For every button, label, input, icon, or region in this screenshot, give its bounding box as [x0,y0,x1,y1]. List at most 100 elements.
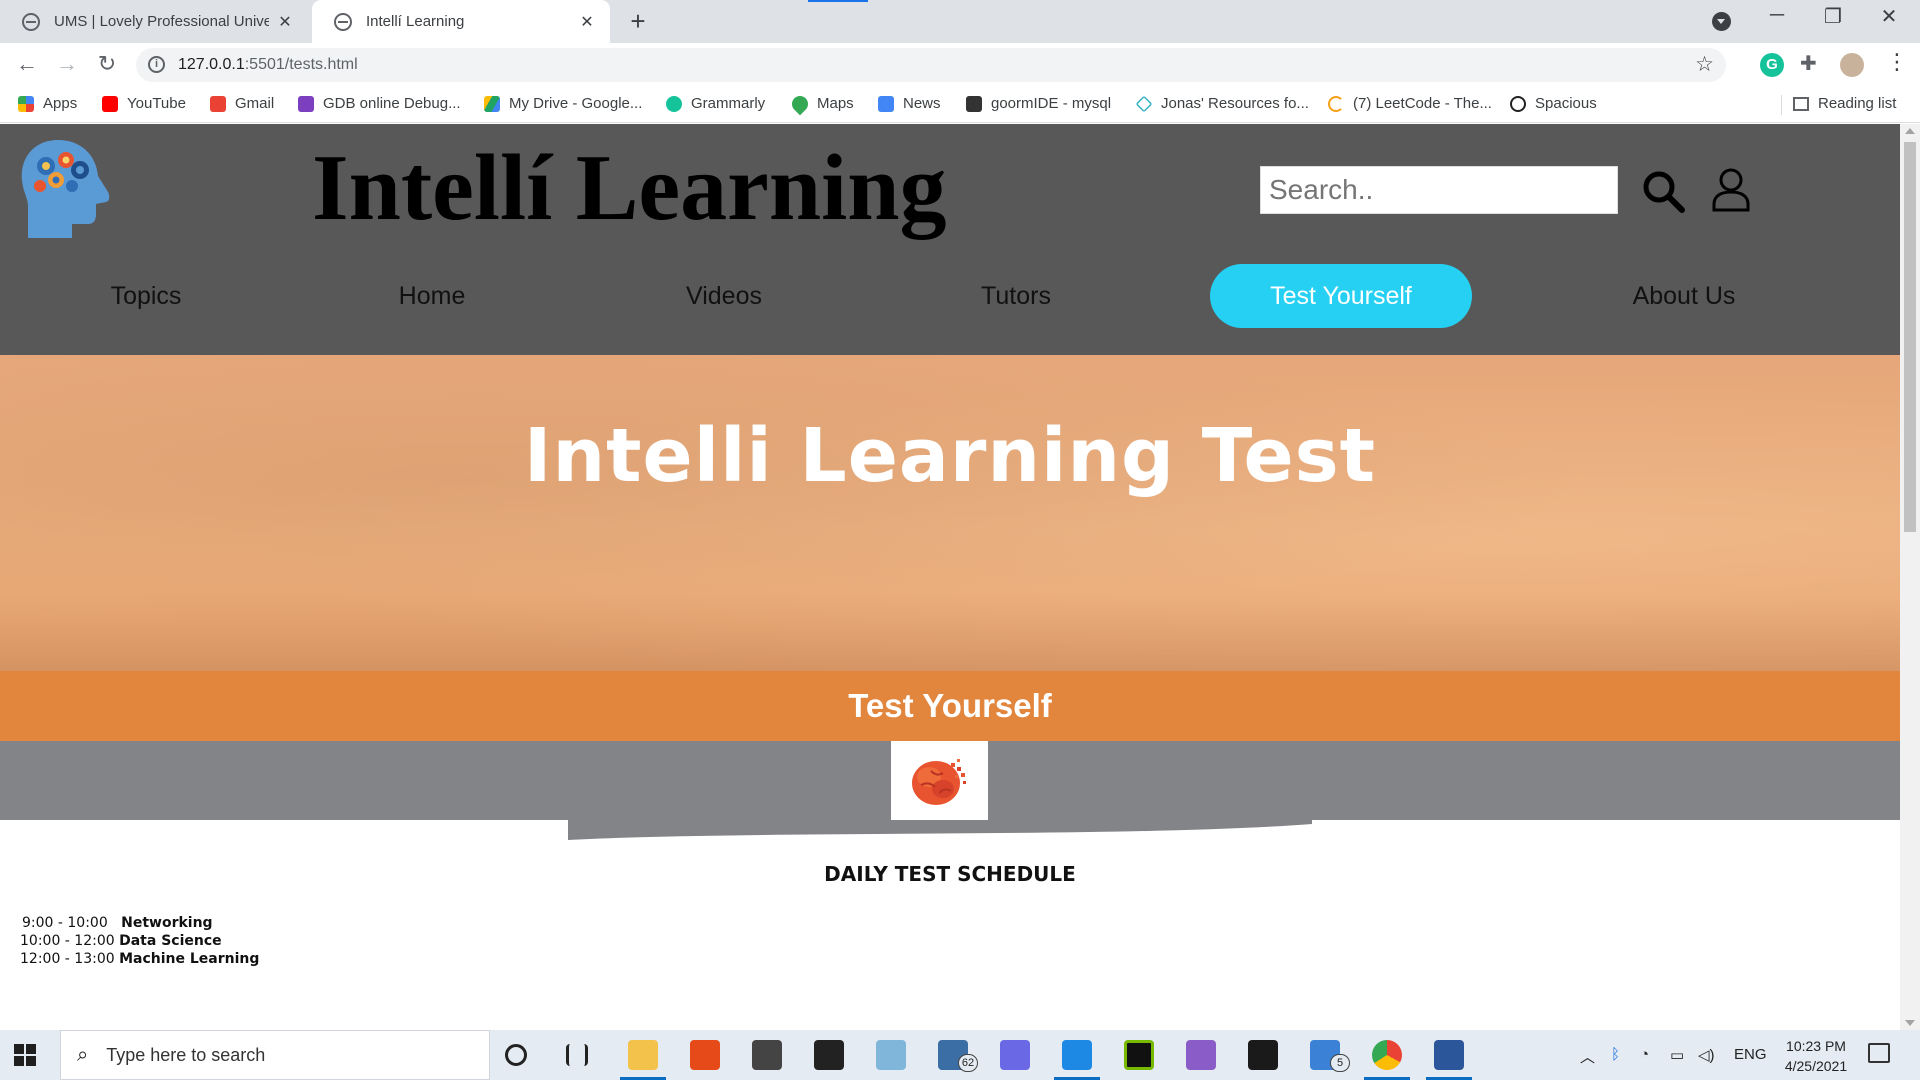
bookmarks-bar: Apps YouTube Gmail GDB online Debug... M… [0,87,1920,123]
bookmark-label: Grammarly [691,95,766,112]
schedule-subject: Data Science [119,933,222,949]
chrome-icon[interactable] [1372,1040,1402,1070]
gdb-icon [298,95,314,112]
bookmark-label: My Drive - Google... [509,95,643,112]
tab-strip-indicator [808,0,868,2]
url-text[interactable]: 127.0.0.1:5501/tests.html [178,56,358,74]
cortana-icon[interactable] [505,1044,527,1066]
bookmark-jonas-resources[interactable]: Jonas' Resources fo... [1135,95,1309,112]
bookmark-label: GDB online Debug... [323,95,461,112]
show-hidden-icons-icon[interactable]: ︿ [1580,1046,1595,1067]
globe-icon [334,12,352,31]
scrollbar-thumb[interactable] [1904,142,1916,532]
close-tab-icon[interactable]: ✕ [578,12,596,32]
bookmark-star-icon[interactable]: ☆ [1695,52,1714,77]
scroll-up-arrow-icon[interactable] [1905,128,1915,134]
user-account-icon[interactable] [1711,166,1751,212]
back-icon[interactable]: ← [13,51,41,77]
bookmark-google-drive[interactable]: My Drive - Google... [484,95,642,112]
nav-topics[interactable]: Topics [76,264,216,328]
bookmark-gmail[interactable]: Gmail [210,95,274,112]
battery-icon[interactable]: ▭ [1670,1046,1684,1064]
daily-test-schedule: 9:00 - 10:00 Networking 10:00 - 12:00 Da… [20,914,260,968]
nav-videos[interactable]: Videos [654,264,794,328]
schedule-time: 9:00 - 10:00 [22,915,108,931]
clion-icon[interactable] [1248,1040,1278,1070]
mail-badge: 62 [958,1054,978,1072]
schedule-subject: Machine Learning [119,951,260,967]
notification-center-icon[interactable] [1868,1043,1890,1063]
nav-about-us[interactable]: About Us [1610,264,1758,328]
profile-avatar[interactable] [1840,53,1864,77]
grammarly-icon [666,95,682,112]
task-view-icon[interactable] [566,1044,588,1066]
windows-taskbar: ⌕ 62 5 ︿ ᛒ ◔ ▭ ◁) ENG 10:23 PM 4/25/2021 [0,1030,1920,1080]
bookmark-spacious[interactable]: Spacious [1510,95,1597,112]
tab-search-icon[interactable] [1712,12,1731,31]
nvidia-icon[interactable] [1124,1040,1154,1070]
system-clock[interactable]: 10:23 PM 4/25/2021 [1776,1036,1856,1076]
nav-tutors[interactable]: Tutors [946,264,1086,328]
paint-icon[interactable] [876,1040,906,1070]
bookmark-leetcode[interactable]: (7) LeetCode - The... [1328,95,1492,112]
page-scrollbar[interactable] [1900,124,1920,1030]
vscode-icon[interactable] [1062,1040,1092,1070]
close-tab-icon[interactable]: ✕ [276,12,294,32]
taskbar-search[interactable]: ⌕ [60,1030,490,1080]
site-info-icon[interactable]: i [148,56,165,73]
store-icon[interactable] [752,1040,782,1070]
tab-ums[interactable]: UMS | Lovely Professional Univer ✕ [0,0,308,43]
google-drive-icon [484,95,500,112]
bookmarks-divider [1781,95,1782,115]
restore-icon[interactable]: ❐ [1810,4,1856,29]
tab-intelli-learning[interactable]: Intellí Learning ✕ [312,0,610,43]
minimize-icon[interactable]: ─ [1754,4,1800,27]
hero-banner: Intelli Learning Test [0,355,1900,671]
search-input[interactable] [1260,166,1618,214]
bookmark-youtube[interactable]: YouTube [102,95,186,112]
bookmark-apps[interactable]: Apps [18,95,77,112]
bookmark-news[interactable]: News [878,95,941,112]
forward-icon[interactable]: → [53,51,81,77]
todo-badge: 5 [1330,1054,1350,1072]
schedule-row: 10:00 - 12:00 Data Science [20,932,259,950]
search-icon: ⌕ [77,1043,89,1066]
extensions-icon[interactable]: ✚ [1800,51,1817,76]
wifi-icon[interactable]: ◔ [1640,1046,1649,1063]
bluetooth-icon[interactable]: ᛒ [1611,1046,1620,1063]
bookmark-goormide[interactable]: goormIDE - mysql [966,95,1111,112]
nav-home[interactable]: Home [362,264,502,328]
sticky-notes-icon[interactable] [814,1040,844,1070]
office-icon[interactable] [690,1040,720,1070]
schedule-row: 9:00 - 10:00 Networking [22,914,259,932]
word-icon[interactable] [1434,1040,1464,1070]
reading-list-button[interactable]: Reading list [1793,95,1896,112]
bookmark-label: Jonas' Resources fo... [1161,95,1309,112]
grammarly-extension-icon[interactable]: G [1760,53,1784,77]
windows-start-icon[interactable] [14,1044,36,1066]
address-bar[interactable]: i 127.0.0.1:5501/tests.html ☆ [136,48,1726,82]
scroll-down-arrow-icon[interactable] [1905,1020,1915,1026]
file-explorer-icon[interactable] [628,1040,658,1070]
nav-test-yourself[interactable]: Test Yourself [1210,264,1472,328]
language-indicator[interactable]: ENG [1734,1046,1767,1063]
search-icon[interactable] [1640,168,1686,214]
bookmark-gdb[interactable]: GDB online Debug... [298,95,461,112]
hero-background-image [0,355,1900,671]
new-tab-button[interactable]: + [624,6,652,37]
taskbar-search-input[interactable] [106,1044,467,1066]
volume-icon[interactable]: ◁) [1698,1046,1715,1064]
section-title: Test Yourself [848,687,1052,724]
window-close-icon[interactable]: ✕ [1866,4,1912,29]
reading-list-icon [1793,96,1809,111]
reload-icon[interactable]: ↻ [93,51,121,77]
youtube-icon [102,95,118,112]
app-icon[interactable] [1000,1040,1030,1070]
browser-menu-icon[interactable]: ⋮ [1886,49,1908,75]
bookmark-grammarly[interactable]: Grammarly [666,95,765,112]
tab-title: UMS | Lovely Professional Univer [54,13,269,30]
clock-time: 10:23 PM [1786,1038,1846,1054]
visual-studio-icon[interactable] [1186,1040,1216,1070]
bookmark-maps[interactable]: Maps [788,92,854,115]
bookmark-label: Apps [43,95,78,112]
